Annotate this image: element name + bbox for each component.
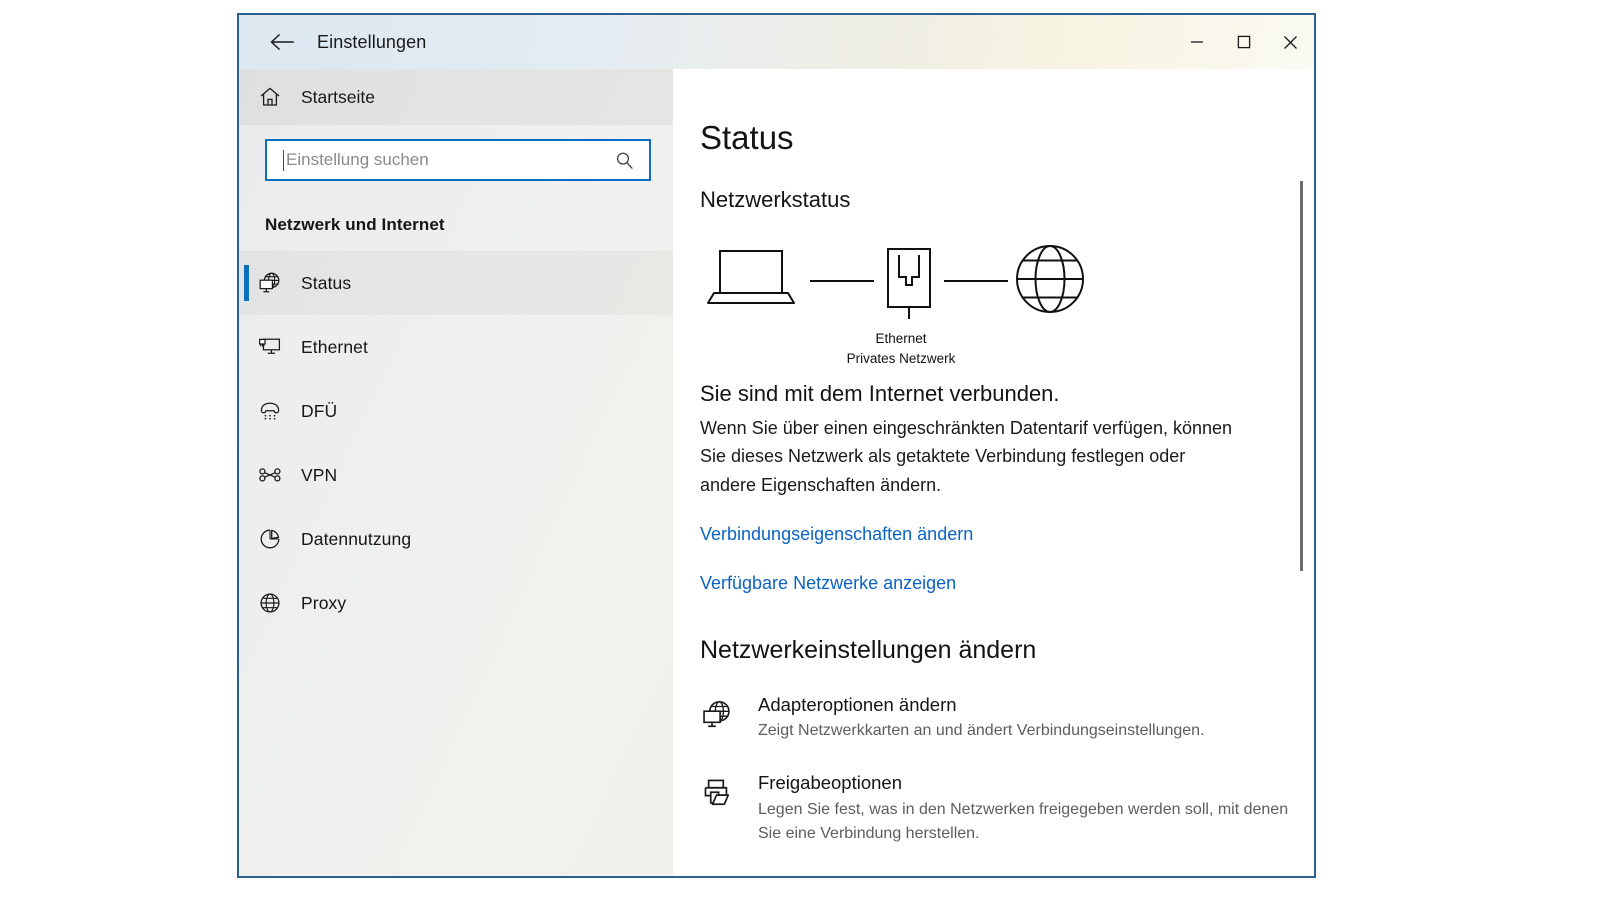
sidebar-item-datennutzung[interactable]: Datennutzung — [239, 507, 673, 571]
sidebar-category-title: Netzwerk und Internet — [265, 215, 445, 234]
option-title: Adapteroptionen ändern — [758, 694, 957, 716]
option-adapter-options[interactable]: Adapteroptionen ändern Zeigt Netzwerkkar… — [700, 693, 1314, 743]
adapter-sublabel: Privates Netzwerk — [846, 350, 956, 366]
adapter-labels: Ethernet Privates Netzwerk — [700, 329, 1102, 368]
pie-chart-icon — [239, 526, 301, 552]
option-title: Freigabeoptionen — [758, 772, 902, 794]
sidebar-item-label: Status — [301, 272, 352, 293]
home-icon — [239, 85, 301, 109]
search-icon[interactable] — [614, 150, 635, 171]
sidebar-item-label: Proxy — [301, 592, 347, 613]
close-icon — [1282, 34, 1299, 51]
scrollbar-thumb[interactable] — [1300, 181, 1303, 571]
adapter-label: Ethernet — [875, 331, 927, 346]
network-status-heading: Netzwerkstatus — [700, 187, 851, 212]
status-headline: Sie sind mit dem Internet verbunden. — [700, 381, 1060, 406]
dialup-phone-icon — [239, 398, 301, 424]
sidebar-home-label: Startseite — [301, 86, 375, 107]
page-title: Status — [700, 119, 794, 156]
sidebar-item-label: DFÜ — [301, 400, 338, 421]
content-scrollbar[interactable] — [1295, 69, 1309, 876]
window-controls — [1173, 15, 1314, 69]
sidebar-nav-list: Status Ethernet DFÜ VPN Datennutzung Pro… — [239, 251, 673, 635]
search-placeholder: Einstellung suchen — [286, 150, 429, 169]
back-button[interactable] — [259, 20, 305, 64]
window-title: Einstellungen — [317, 31, 427, 52]
settings-window: Einstellungen Startseite Einstellung suc… — [237, 13, 1316, 878]
sidebar-item-label: Datennutzung — [301, 528, 412, 549]
title-bar: Einstellungen — [239, 15, 1314, 69]
status-paragraph: Wenn Sie über einen eingeschränkten Date… — [700, 418, 1233, 495]
globe-icon — [1016, 245, 1084, 313]
sidebar-item-dfu[interactable]: DFÜ — [239, 379, 673, 443]
laptop-icon — [707, 250, 795, 304]
sidebar-item-vpn[interactable]: VPN — [239, 443, 673, 507]
show-available-networks-link[interactable]: Verfügbare Netzwerke anzeigen — [700, 573, 956, 594]
back-arrow-icon — [269, 32, 295, 52]
sidebar-item-proxy[interactable]: Proxy — [239, 571, 673, 635]
sidebar-item-status[interactable]: Status — [239, 251, 673, 315]
minimize-icon — [1189, 34, 1205, 50]
monitor-ethernet-icon — [239, 334, 301, 360]
sidebar-item-home[interactable]: Startseite — [239, 69, 673, 125]
network-diagram: Ethernet Privates Netzwerk — [700, 243, 1314, 366]
main-content: Status Netzwerkstatus Ethernet Privates … — [673, 69, 1314, 876]
maximize-icon — [1236, 34, 1252, 50]
option-description: Zeigt Netzwerkkarten an und ändert Verbi… — [758, 722, 1205, 740]
sidebar-item-ethernet[interactable]: Ethernet — [239, 315, 673, 379]
change-network-settings-heading: Netzwerkeinstellungen ändern — [700, 636, 1037, 665]
sidebar: Startseite Einstellung suchen Netzwerk u… — [239, 69, 673, 876]
vpn-key-icon — [239, 462, 301, 488]
sidebar-item-label: Ethernet — [301, 336, 368, 357]
change-connection-properties-link[interactable]: Verbindungseigenschaften ändern — [700, 524, 973, 545]
option-sharing-options[interactable]: Freigabeoptionen Legen Sie fest, was in … — [700, 771, 1314, 845]
share-folder-icon — [700, 771, 754, 845]
ethernet-port-icon — [887, 248, 931, 319]
network-diagram-graphic — [706, 243, 1108, 336]
sidebar-item-label: VPN — [301, 464, 338, 485]
globe-icon — [239, 590, 301, 616]
close-button[interactable] — [1267, 15, 1314, 69]
option-description: Legen Sie fest, was in den Netzwerken fr… — [758, 800, 1289, 842]
minimize-button[interactable] — [1173, 15, 1220, 69]
globe-monitor-icon — [700, 693, 754, 743]
search-input[interactable]: Einstellung suchen — [265, 139, 651, 181]
globe-monitor-icon — [239, 270, 301, 296]
text-caret — [283, 149, 284, 171]
maximize-button[interactable] — [1220, 15, 1267, 69]
search-container: Einstellung suchen — [239, 125, 673, 181]
